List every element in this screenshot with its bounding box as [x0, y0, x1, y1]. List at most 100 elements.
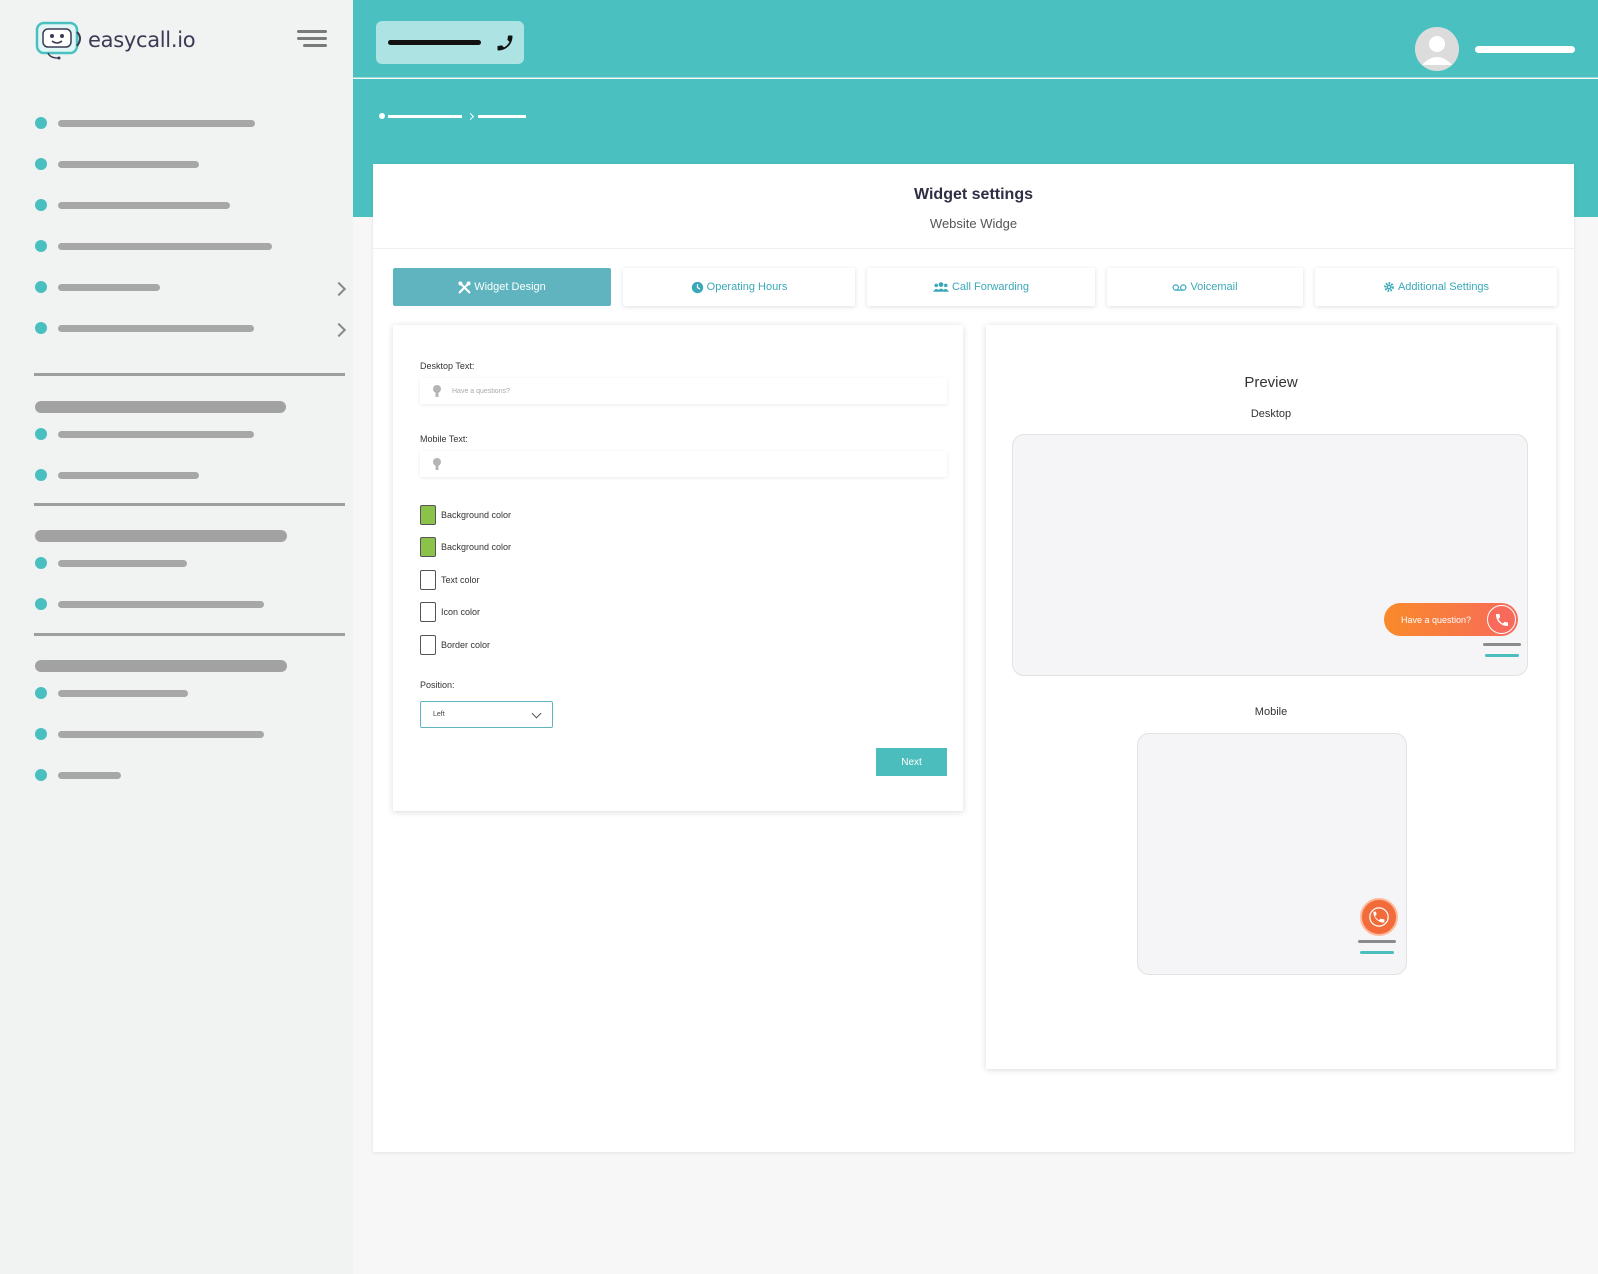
- sidebar-item[interactable]: [35, 767, 121, 783]
- position-select[interactable]: Left: [420, 701, 553, 728]
- position-label: Position:: [420, 680, 455, 690]
- section-heading-placeholder: [35, 660, 287, 672]
- top-header: [353, 0, 1598, 78]
- placeholder-line: [58, 471, 199, 479]
- placeholder-line: [58, 201, 230, 209]
- placeholder-line: [58, 119, 255, 127]
- tab-widget-design[interactable]: Widget Design: [393, 268, 611, 306]
- color-swatch[interactable]: [420, 602, 436, 622]
- breadcrumb-item[interactable]: [388, 114, 462, 118]
- sidebar-divider: [34, 503, 345, 506]
- page-title: Widget settings: [914, 186, 1033, 203]
- chevron-right-icon[interactable]: [331, 322, 347, 338]
- tab-label: Operating Hours: [706, 281, 788, 293]
- mobile-call-button[interactable]: [1360, 898, 1398, 936]
- sidebar-item[interactable]: [35, 726, 264, 742]
- breadcrumb-item[interactable]: [478, 114, 526, 118]
- sidebar-item[interactable]: [35, 115, 255, 131]
- text-color-picker[interactable]: Text color: [420, 570, 480, 590]
- tab-label: Voicemail: [1190, 281, 1238, 293]
- logo[interactable]: easycall.io: [34, 20, 196, 60]
- breadcrumb-dot-icon: [379, 113, 385, 119]
- clock-icon: [691, 281, 703, 293]
- chevron-down-icon: [531, 708, 542, 719]
- tab-operating-hours[interactable]: Operating Hours: [623, 268, 855, 306]
- desktop-text-field[interactable]: [420, 378, 947, 404]
- gear-icon: [1384, 282, 1394, 292]
- mobile-text-input[interactable]: [452, 460, 852, 468]
- widget-settings-card: Widget settings Website Widge Widget Des…: [373, 164, 1574, 1152]
- placeholder-line: [58, 730, 264, 738]
- color-swatch[interactable]: [420, 505, 436, 525]
- bullet-icon: [35, 428, 47, 440]
- sidebar-item[interactable]: [35, 555, 187, 571]
- chevron-right-icon: [466, 112, 475, 120]
- section-heading-placeholder: [35, 530, 287, 542]
- call-widget-button[interactable]: Have a question?: [1384, 603, 1518, 636]
- chevron-right-icon[interactable]: [331, 281, 347, 297]
- sidebar-item[interactable]: [35, 596, 264, 612]
- placeholder-line: [58, 430, 254, 438]
- color-swatch[interactable]: [420, 635, 436, 655]
- bullet-icon: [35, 322, 47, 334]
- brand-name: easycall.io: [88, 28, 196, 52]
- user-name-placeholder[interactable]: [1475, 46, 1575, 53]
- phone-icon: [497, 35, 513, 50]
- mobile-text-label: Mobile Text:: [420, 434, 468, 444]
- widget-design-form: Desktop Text: Mobile Text: Background co…: [393, 325, 963, 811]
- bullet-icon: [35, 769, 47, 781]
- tab-label: Call Forwarding: [951, 281, 1030, 293]
- sidebar-divider: [34, 633, 345, 636]
- tools-icon: [458, 280, 471, 293]
- desktop-preview-frame: Have a question?: [1012, 434, 1528, 676]
- border-color-picker[interactable]: Border color: [420, 635, 490, 655]
- placeholder-line: [58, 771, 121, 779]
- background-color-picker-2[interactable]: Background color: [420, 537, 511, 557]
- sidebar-item[interactable]: [35, 320, 254, 336]
- sidebar-item[interactable]: [35, 197, 230, 213]
- color-swatch[interactable]: [420, 537, 436, 557]
- sidebar-item[interactable]: [35, 426, 254, 442]
- preview-panel: Preview Desktop Have a question? Mobile: [986, 325, 1556, 1069]
- tab-label: Widget Design: [474, 281, 546, 293]
- icon-color-picker[interactable]: Icon color: [420, 602, 480, 622]
- user-avatar-icon[interactable]: [1415, 27, 1459, 71]
- sidebar-item[interactable]: [35, 279, 160, 295]
- bullet-icon: [35, 687, 47, 699]
- bullet-icon: [35, 199, 47, 211]
- background-color-picker[interactable]: Background color: [420, 505, 511, 525]
- preview-title: Preview: [1244, 374, 1298, 391]
- tab-call-forwarding[interactable]: Call Forwarding: [867, 268, 1095, 306]
- sidebar-item[interactable]: [35, 238, 272, 254]
- placeholder-line: [388, 40, 481, 45]
- placeholder-line: [58, 242, 272, 250]
- tab-voicemail[interactable]: Voicemail: [1107, 268, 1303, 306]
- color-swatch[interactable]: [420, 570, 436, 590]
- section-heading-placeholder: [35, 401, 286, 413]
- sidebar-item[interactable]: [35, 467, 199, 483]
- position-value: Left: [433, 711, 445, 718]
- bullet-icon: [35, 598, 47, 610]
- lightbulb-icon: [433, 385, 441, 397]
- tab-additional-settings[interactable]: Additional Settings: [1315, 268, 1557, 306]
- users-icon: [932, 282, 949, 292]
- bullet-icon: [35, 728, 47, 740]
- placeholder-line: [58, 559, 187, 567]
- next-button[interactable]: Next: [876, 748, 947, 776]
- card-header: Widget settings Website Widge: [373, 164, 1574, 249]
- desktop-label: Desktop: [1250, 408, 1292, 420]
- mobile-preview-frame: [1137, 733, 1407, 975]
- sidebar-item[interactable]: [35, 156, 199, 172]
- mobile-text-field[interactable]: [420, 451, 947, 477]
- page-subtitle: Website Widge: [929, 216, 1018, 231]
- desktop-text-input[interactable]: [452, 387, 852, 395]
- phone-number-button[interactable]: [376, 21, 524, 64]
- color-label: Border color: [441, 640, 491, 650]
- hamburger-menu-icon[interactable]: [297, 30, 327, 50]
- sidebar-item[interactable]: [35, 685, 188, 701]
- preview-line: [1483, 643, 1521, 646]
- bullet-icon: [35, 240, 47, 252]
- voicemail-icon: [1172, 283, 1187, 291]
- settings-tabs: Widget Design Operating Hours Call Forwa…: [373, 268, 1574, 308]
- color-label: Background color: [441, 510, 512, 520]
